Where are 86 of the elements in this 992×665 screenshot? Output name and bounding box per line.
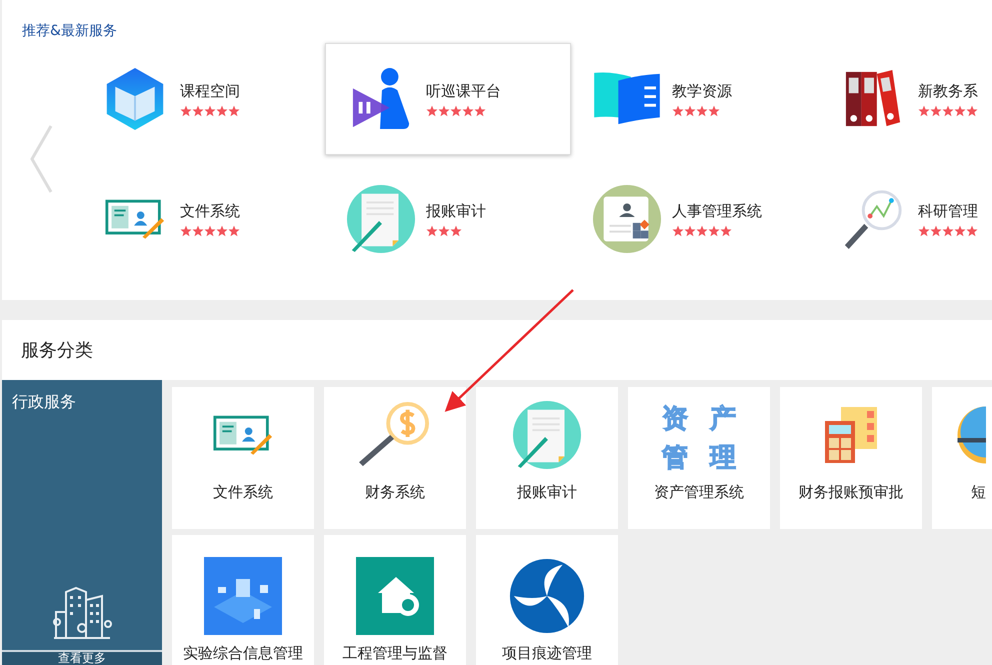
star-icon — [426, 105, 438, 117]
service-name: 工程管理与监督 — [342, 644, 448, 663]
chevron-left-icon[interactable] — [28, 124, 52, 194]
star-icon — [918, 225, 930, 237]
star-icon — [450, 105, 462, 117]
star-icon — [930, 105, 942, 117]
star-icon — [438, 225, 450, 237]
service-name: 人事管理系统 — [672, 202, 762, 221]
document-pencil-icon — [346, 184, 416, 254]
service-item[interactable]: 科研管理 — [817, 163, 992, 275]
star-icon — [954, 225, 966, 237]
service-item[interactable]: 人事管理系统 — [571, 163, 817, 275]
service-item[interactable]: 文件系统 — [79, 163, 325, 275]
star-icon — [966, 105, 978, 117]
star-icon — [684, 105, 696, 117]
star-icon — [696, 225, 708, 237]
star-icon — [720, 225, 732, 237]
play-person-icon — [351, 67, 411, 131]
service-name: 财务系统 — [365, 483, 425, 502]
service-tile[interactable]: 财务系统 — [324, 387, 466, 529]
section-title: 推荐&最新服务 — [22, 22, 117, 41]
star-icon — [684, 225, 696, 237]
star-icon — [696, 105, 708, 117]
service-tile[interactable]: 报账审计 — [476, 387, 618, 529]
house-gear-icon — [356, 557, 434, 635]
star-icon — [228, 225, 240, 237]
service-name: 新教务系 — [918, 82, 978, 101]
star-icon — [450, 225, 462, 237]
service-name: 科研管理 — [918, 202, 978, 221]
star-icon — [966, 225, 978, 237]
service-name: 资产管理系统 — [654, 483, 744, 502]
star-icon — [462, 105, 474, 117]
star-icon — [204, 225, 216, 237]
star-icon — [228, 105, 240, 117]
star-icon — [918, 105, 930, 117]
service-name: 短 — [971, 483, 986, 502]
star-icon — [204, 105, 216, 117]
star-icon — [708, 225, 720, 237]
service-name: 教学资源 — [672, 82, 732, 101]
star-icon — [426, 225, 438, 237]
service-tile[interactable]: 资 产 管 理 资产管理系统 — [628, 387, 770, 529]
service-tile[interactable]: 文件系统 — [172, 387, 314, 529]
star-icon — [180, 225, 192, 237]
service-name: 课程空间 — [180, 82, 240, 101]
service-name: 实验综合信息管理 — [183, 644, 303, 663]
service-item[interactable]: 听巡课平台 — [325, 43, 571, 155]
star-icon — [672, 105, 684, 117]
service-item[interactable]: 教学资源 — [571, 43, 817, 155]
asset-logo: 资 产 管 理 — [660, 403, 737, 475]
service-tile[interactable]: 财务报账预审批 — [780, 387, 922, 529]
open-book-icon — [592, 71, 662, 127]
service-name: 报账审计 — [426, 202, 486, 221]
service-item[interactable]: 报账审计 — [325, 163, 571, 275]
service-name: 财务报账预审批 — [798, 483, 904, 502]
service-name: 文件系统 — [180, 202, 240, 221]
star-icon — [192, 105, 204, 117]
star-icon — [942, 225, 954, 237]
star-icon — [942, 105, 954, 117]
star-icon — [954, 105, 966, 117]
star-icon — [930, 225, 942, 237]
star-icon — [438, 105, 450, 117]
star-icon — [216, 105, 228, 117]
book-icon — [104, 66, 166, 132]
category-label[interactable]: 行政服务 — [2, 380, 162, 413]
document-pencil-icon — [512, 400, 582, 470]
view-more-link[interactable]: 查看更多 — [2, 650, 162, 665]
service-name: 报账审计 — [517, 483, 577, 502]
service-tile[interactable]: 工程管理与监督 — [324, 535, 466, 665]
service-item[interactable]: 新教务系 — [817, 43, 992, 155]
service-item[interactable]: 课程空间 — [79, 43, 325, 155]
star-icon — [216, 225, 228, 237]
profile-card-icon — [592, 184, 662, 254]
service-name: 文件系统 — [213, 483, 273, 502]
star-icon — [180, 105, 192, 117]
star-icon — [192, 225, 204, 237]
service-tile[interactable]: 短 — [932, 387, 992, 529]
star-icon — [672, 225, 684, 237]
star-icon — [708, 105, 720, 117]
section-title: 服务分类 — [21, 339, 93, 362]
service-tile[interactable]: 实验综合信息管理 — [172, 535, 314, 665]
star-icon — [474, 105, 486, 117]
service-name: 项目痕迹管理 — [502, 644, 592, 663]
service-tile[interactable]: 项目痕迹管理 — [476, 535, 618, 665]
binders-icon — [844, 70, 902, 128]
calculator-icon — [823, 405, 879, 465]
service-name: 听巡课平台 — [426, 82, 501, 101]
